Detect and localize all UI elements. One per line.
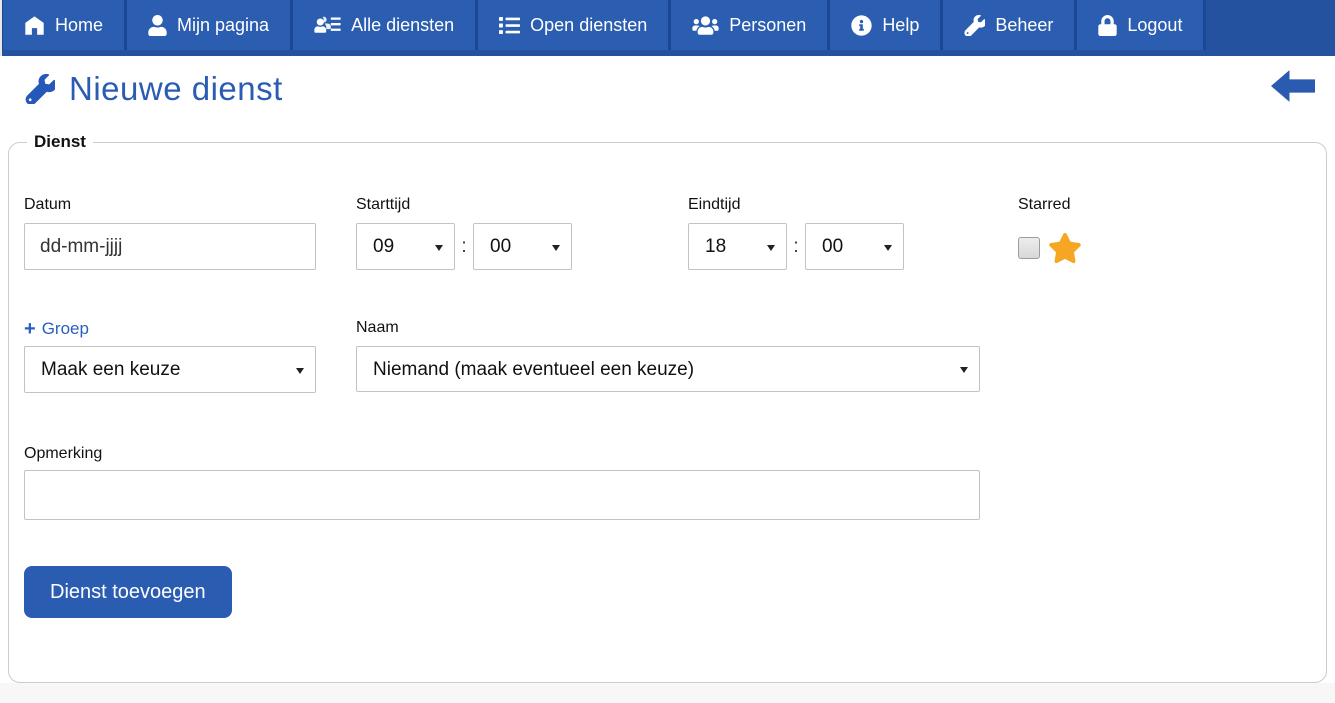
home-icon [24, 15, 45, 36]
nav-item-label: Help [882, 15, 919, 36]
user-icon [148, 15, 167, 36]
starred-field-group: Starred [1018, 196, 1082, 264]
page-bottom-strip [0, 683, 1335, 703]
time-separator: : [455, 236, 473, 258]
page-title: Nieuwe dienst [69, 70, 283, 108]
page-header: Nieuwe dienst [0, 56, 1335, 122]
eindtijd-minute-select[interactable]: 00 [805, 223, 904, 270]
plus-icon: + [24, 320, 36, 338]
nav-item-beheer[interactable]: Beheer [943, 0, 1077, 50]
time-separator: : [787, 236, 805, 258]
nav-item-personen[interactable]: Personen [671, 0, 830, 50]
nav-item-alle-diensten[interactable]: Alle diensten [293, 0, 478, 50]
nav-item-label: Open diensten [530, 15, 647, 36]
starred-label: Starred [1018, 196, 1082, 214]
naam-label: Naam [356, 319, 980, 337]
users-icon [692, 15, 719, 36]
wrench-icon [964, 15, 985, 36]
eindtijd-label: Eindtijd [688, 196, 904, 214]
nav-item-label: Alle diensten [351, 15, 454, 36]
dienst-panel: Dienst Datum Starttijd 09 : 00 Eindtijd [8, 142, 1327, 683]
info-circle-icon [851, 15, 872, 36]
starttijd-minute-select[interactable]: 00 [473, 223, 572, 270]
opmerking-field-group: Opmerking [24, 445, 980, 520]
naam-field-group: Naam Niemand (maak eventueel een keuze) [356, 319, 980, 392]
add-groep-link[interactable]: + Groep [24, 319, 89, 339]
nav-item-logout[interactable]: Logout [1077, 0, 1206, 50]
groep-select[interactable]: Maak een keuze [24, 346, 316, 393]
lock-icon [1098, 15, 1117, 36]
eindtijd-hour-select[interactable]: 18 [688, 223, 787, 270]
starred-checkbox[interactable] [1018, 237, 1040, 259]
nav-item-open-diensten[interactable]: Open diensten [478, 0, 671, 50]
eindtijd-field-group: Eindtijd 18 : 00 [688, 196, 904, 270]
nav-item-home[interactable]: Home [2, 0, 127, 50]
datum-input[interactable] [24, 223, 316, 270]
nav-item-help[interactable]: Help [830, 0, 943, 50]
naam-select[interactable]: Niemand (maak eventueel een keuze) [356, 346, 980, 392]
nav-item-label: Logout [1127, 15, 1182, 36]
starttijd-hour-select[interactable]: 09 [356, 223, 455, 270]
groep-label: Groep [42, 319, 89, 339]
nav-item-label: Mijn pagina [177, 15, 269, 36]
eindtijd-hour-select-wrap: 18 [688, 223, 787, 270]
groep-field-group: + Groep Maak een keuze [24, 319, 316, 393]
nav-item-label: Home [55, 15, 103, 36]
nav-item-label: Personen [729, 15, 806, 36]
dienst-toevoegen-button[interactable]: Dienst toevoegen [24, 566, 232, 618]
starttijd-minute-select-wrap: 00 [473, 223, 572, 270]
list-icon [499, 15, 520, 36]
eindtijd-minute-select-wrap: 00 [805, 223, 904, 270]
starttijd-label: Starttijd [356, 196, 572, 214]
wrench-icon [25, 74, 55, 104]
opmerking-label: Opmerking [24, 445, 980, 463]
opmerking-input[interactable] [24, 470, 980, 520]
starttijd-field-group: Starttijd 09 : 00 [356, 196, 572, 270]
arrow-left-icon[interactable] [1271, 70, 1315, 107]
panel-legend: Dienst [27, 132, 93, 152]
star-icon [1048, 232, 1082, 264]
datum-label: Datum [24, 196, 316, 214]
naam-select-wrap: Niemand (maak eventueel een keuze) [356, 346, 980, 392]
user-list-icon [314, 15, 341, 36]
nav-item-label: Beheer [995, 15, 1053, 36]
navbar: Home Mijn pagina Alle diensten Open dien… [0, 0, 1335, 56]
datum-field-group: Datum [24, 196, 316, 270]
nav-item-mijn-pagina[interactable]: Mijn pagina [127, 0, 293, 50]
groep-select-wrap: Maak een keuze [24, 346, 316, 393]
starttijd-hour-select-wrap: 09 [356, 223, 455, 270]
